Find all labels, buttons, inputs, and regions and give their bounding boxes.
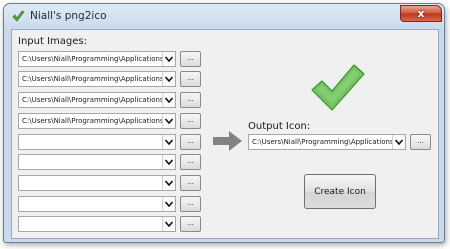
input-browse-button[interactable]: ... [180,51,201,67]
input-browse-button[interactable]: ... [180,216,201,232]
input-image-combobox[interactable] [18,154,176,170]
input-browse-button[interactable]: ... [180,154,201,170]
create-icon-button-label: Create Icon [314,186,366,197]
input-browse-button[interactable]: ... [180,196,201,212]
right-arrow-icon [213,131,242,151]
title-bar[interactable]: Niall's png2ico x [4,4,444,28]
chevron-down-icon[interactable] [162,52,175,66]
chevron-down-icon[interactable] [392,135,405,149]
close-icon: x [417,7,425,20]
input-browse-button[interactable]: ... [180,113,201,129]
input-image-path: C:\Users\Niall\Programming\Applications\… [22,96,164,104]
chevron-down-icon[interactable] [162,135,175,149]
input-browse-button[interactable]: ... [180,92,201,108]
chevron-down-icon[interactable] [162,114,175,128]
input-image-combobox[interactable]: C:\Users\Niall\Programming\Applications\… [18,71,176,87]
close-button[interactable]: x [400,5,442,22]
window-title: Niall's png2ico [30,10,107,22]
output-path-value: C:\Users\Niall\Programming\Applications\… [252,138,394,146]
input-image-path: C:\Users\Niall\Programming\Applications\… [22,117,164,125]
chevron-down-icon[interactable] [162,93,175,107]
input-browse-button[interactable]: ... [180,175,201,191]
chevron-down-icon[interactable] [162,197,175,211]
input-image-path: C:\Users\Niall\Programming\Applications\… [22,75,164,83]
input-image-combobox[interactable] [18,175,176,191]
app-window: Niall's png2ico x Input Images: C:\Users… [3,3,445,243]
input-image-combobox[interactable] [18,216,176,232]
input-image-path: C:\Users\Niall\Programming\Applications\… [22,55,164,63]
app-checkmark-icon [12,10,25,22]
chevron-down-icon[interactable] [162,217,175,231]
input-image-combobox[interactable]: C:\Users\Niall\Programming\Applications\… [18,51,176,67]
input-browse-button[interactable]: ... [180,134,201,150]
input-images-label: Input Images: [18,36,87,47]
output-browse-button[interactable]: ... [410,134,431,150]
input-image-combobox[interactable] [18,196,176,212]
chevron-down-icon[interactable] [162,176,175,190]
input-image-combobox[interactable] [18,134,176,150]
checkmark-icon [309,62,367,113]
input-browse-button[interactable]: ... [180,71,201,87]
output-icon-label: Output Icon: [248,121,311,132]
chevron-down-icon[interactable] [162,72,175,86]
input-image-combobox[interactable]: C:\Users\Niall\Programming\Applications\… [18,92,176,108]
create-icon-button[interactable]: Create Icon [304,174,376,209]
main-panel: Input Images: C:\Users\Niall\Programming… [11,29,439,239]
output-path-combobox[interactable]: C:\Users\Niall\Programming\Applications\… [248,134,406,150]
input-image-combobox[interactable]: C:\Users\Niall\Programming\Applications\… [18,113,176,129]
chevron-down-icon[interactable] [162,155,175,169]
